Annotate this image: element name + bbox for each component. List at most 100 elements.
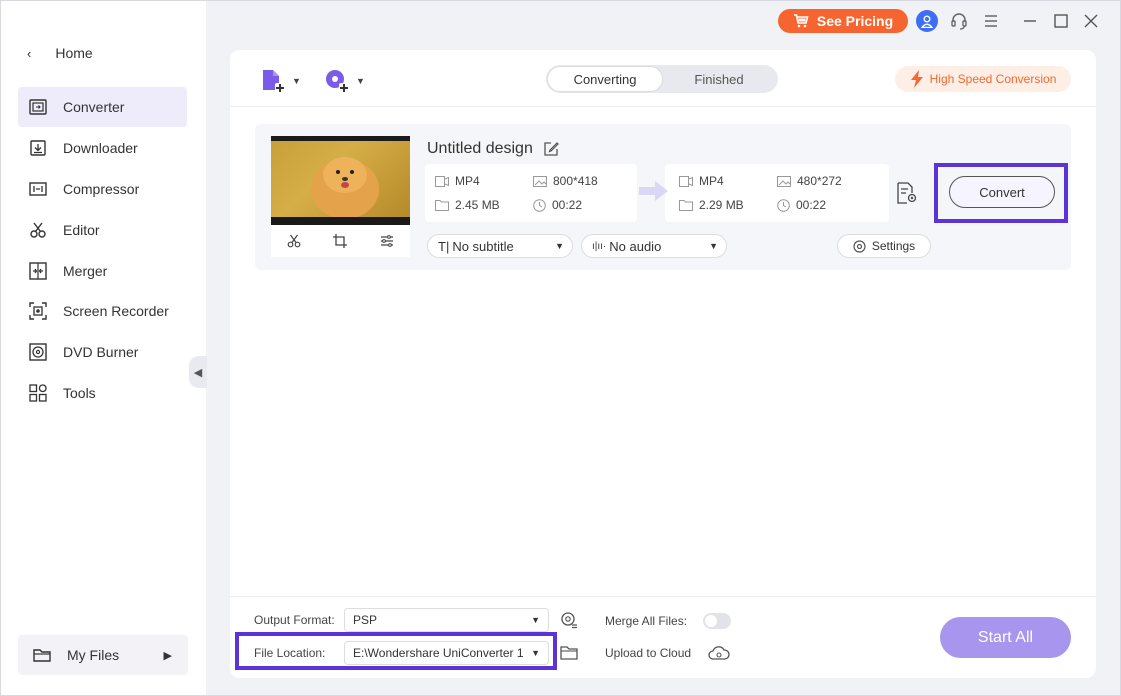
video-icon bbox=[435, 175, 449, 187]
main-panel: ▼ ▼ Converting Finished High Speed Conve… bbox=[230, 50, 1096, 678]
chevron-down-icon: ▼ bbox=[709, 241, 718, 251]
target-resolution-value: 480*272 bbox=[797, 174, 842, 188]
see-pricing-button[interactable]: See Pricing bbox=[778, 9, 908, 33]
output-settings-icon[interactable] bbox=[896, 181, 918, 205]
cloud-icon[interactable] bbox=[708, 644, 730, 662]
maximize-icon[interactable] bbox=[1049, 9, 1073, 33]
disc-icon bbox=[28, 342, 48, 362]
folder-icon bbox=[32, 645, 52, 665]
sidebar-item-merger[interactable]: Merger bbox=[18, 251, 187, 291]
sidebar-item-editor[interactable]: Editor bbox=[18, 210, 187, 250]
high-speed-conversion-label: High Speed Conversion bbox=[929, 72, 1057, 86]
sidebar-item-label: Compressor bbox=[63, 181, 140, 197]
add-dvd-button[interactable]: ▼ bbox=[324, 67, 365, 95]
folder-icon bbox=[679, 199, 693, 211]
target-format-value: MP4 bbox=[699, 174, 724, 188]
account-avatar[interactable] bbox=[916, 10, 938, 32]
target-duration: 00:22 bbox=[777, 198, 826, 212]
chevron-down-icon: ▼ bbox=[531, 648, 540, 658]
chevron-down-icon: ▼ bbox=[531, 615, 540, 625]
source-resolution-value: 800*418 bbox=[553, 174, 598, 188]
compressor-icon bbox=[28, 179, 48, 199]
status-tabs: Converting Finished bbox=[546, 65, 778, 93]
close-icon[interactable] bbox=[1079, 9, 1103, 33]
sidebar-collapse-button[interactable]: ◀ bbox=[189, 356, 207, 388]
file-item-card: Untitled design MP4 800*418 2.45 MB 00:2… bbox=[255, 124, 1071, 270]
chevron-left-icon: ◀ bbox=[193, 366, 203, 379]
target-resolution: 480*272 bbox=[777, 174, 842, 188]
user-icon bbox=[921, 15, 933, 28]
my-files-label: My Files bbox=[67, 647, 120, 663]
my-files-button[interactable]: My Files ▶ bbox=[18, 635, 188, 675]
output-format-value: PSP bbox=[353, 613, 378, 627]
arrow-right-icon bbox=[639, 180, 669, 202]
converter-icon bbox=[28, 97, 48, 117]
source-size-value: 2.45 MB bbox=[455, 198, 500, 212]
divider bbox=[230, 596, 1096, 597]
output-format-select[interactable]: PSP ▼ bbox=[344, 608, 549, 632]
open-folder-icon[interactable] bbox=[560, 645, 578, 661]
video-thumbnail[interactable] bbox=[271, 136, 410, 225]
home-link[interactable]: ‹ Home bbox=[27, 45, 93, 61]
screen-recorder-icon bbox=[28, 301, 48, 321]
source-format: MP4 bbox=[435, 174, 480, 188]
thumbnail-image bbox=[271, 141, 410, 217]
crop-icon[interactable] bbox=[333, 234, 348, 248]
subtitle-dropdown[interactable]: T| No subtitle ▼ bbox=[427, 234, 573, 258]
scissors-icon bbox=[28, 220, 48, 240]
trim-icon[interactable] bbox=[287, 234, 301, 248]
sidebar-item-tools[interactable]: Tools bbox=[18, 373, 187, 413]
sidebar-item-compressor[interactable]: Compressor bbox=[18, 169, 187, 209]
settings-label: Settings bbox=[871, 239, 916, 253]
format-settings-icon[interactable] bbox=[560, 611, 578, 629]
thumbnail-toolbar bbox=[271, 225, 410, 257]
text-icon: T| bbox=[438, 238, 450, 254]
sidebar-item-downloader[interactable]: Downloader bbox=[18, 128, 187, 168]
divider bbox=[230, 106, 1096, 107]
grid-icon bbox=[28, 383, 48, 403]
sidebar-item-label: Editor bbox=[63, 222, 100, 238]
home-label: Home bbox=[55, 45, 93, 61]
sidebar: ‹ Home Converter Downloader Compressor E… bbox=[1, 1, 206, 695]
resolution-icon bbox=[777, 175, 791, 187]
audio-dropdown[interactable]: ı|ıı· No audio ▼ bbox=[581, 234, 727, 258]
see-pricing-label: See Pricing bbox=[816, 13, 894, 29]
edit-icon[interactable] bbox=[543, 141, 559, 157]
add-files-button[interactable]: ▼ bbox=[260, 67, 301, 95]
chevron-down-icon: ▼ bbox=[292, 76, 301, 86]
merge-all-files-toggle[interactable] bbox=[703, 613, 731, 629]
source-info bbox=[425, 164, 637, 222]
merger-icon bbox=[28, 261, 48, 281]
settings-button[interactable]: Settings bbox=[837, 234, 931, 258]
sidebar-item-dvd-burner[interactable]: DVD Burner bbox=[18, 332, 187, 372]
sidebar-item-screen-recorder[interactable]: Screen Recorder bbox=[18, 291, 187, 331]
file-location-select[interactable]: E:\Wondershare UniConverter 1 ▼ bbox=[344, 641, 549, 665]
high-speed-conversion-toggle[interactable]: High Speed Conversion bbox=[895, 66, 1071, 92]
start-all-button[interactable]: Start All bbox=[940, 617, 1071, 658]
chevron-down-icon: ▼ bbox=[555, 241, 564, 251]
source-duration-value: 00:22 bbox=[552, 198, 583, 212]
minimize-icon[interactable] bbox=[1018, 9, 1042, 33]
tab-finished[interactable]: Finished bbox=[662, 67, 776, 91]
source-duration: 00:22 bbox=[533, 198, 582, 212]
sidebar-item-converter[interactable]: Converter bbox=[18, 87, 187, 127]
menu-icon[interactable] bbox=[979, 9, 1003, 33]
target-size: 2.29 MB bbox=[679, 198, 744, 212]
sidebar-item-label: Screen Recorder bbox=[63, 303, 169, 319]
convert-button[interactable]: Convert bbox=[949, 176, 1055, 208]
file-title-text: Untitled design bbox=[427, 140, 533, 157]
sidebar-item-label: Converter bbox=[63, 99, 125, 115]
tab-converting[interactable]: Converting bbox=[548, 67, 662, 91]
clock-icon bbox=[533, 198, 546, 212]
add-file-icon bbox=[260, 68, 286, 94]
target-duration-value: 00:22 bbox=[796, 198, 827, 212]
source-size: 2.45 MB bbox=[435, 198, 500, 212]
sidebar-item-label: Merger bbox=[63, 263, 108, 279]
audio-value: No audio bbox=[609, 238, 662, 254]
headset-icon[interactable] bbox=[947, 9, 971, 33]
lightning-icon bbox=[910, 70, 924, 88]
folder-icon bbox=[435, 199, 449, 211]
source-format-value: MP4 bbox=[455, 174, 480, 188]
effects-icon[interactable] bbox=[380, 234, 394, 248]
sidebar-item-label: Downloader bbox=[63, 140, 138, 156]
